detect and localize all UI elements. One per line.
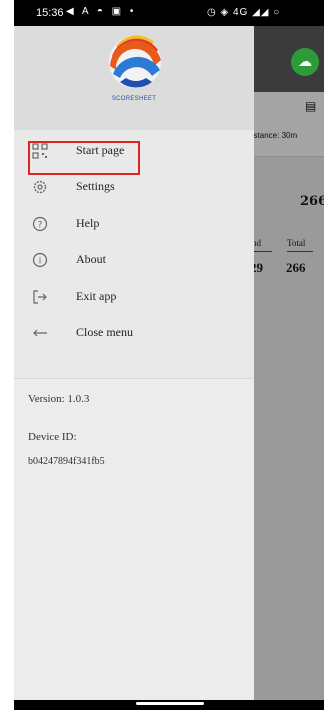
status-left-icons: ◀ A ◓ ▣ • [66, 6, 137, 17]
column-underline [252, 251, 272, 252]
column-underline [287, 251, 313, 252]
menu-item-exit-app[interactable]: Exit app [14, 280, 254, 314]
home-gesture-pill[interactable] [136, 702, 204, 705]
help-icon: ? [32, 216, 48, 232]
column-header-total: Total [287, 238, 306, 248]
info-icon: i [32, 252, 48, 268]
menu-label: Help [76, 216, 100, 230]
arrow-left-icon [33, 329, 47, 337]
app-info-section: Version: 1.0.3 Device ID: b04247894f341f… [14, 378, 254, 699]
status-time: 15:36 [36, 7, 64, 19]
svg-text:?: ? [38, 221, 43, 231]
device-id-value: b04247894f341fb5 [28, 456, 105, 467]
navigation-drawer: SCORESHEET Start page Settings ? Help i … [14, 26, 254, 700]
status-right-icons: ◷ ◈ 4G ◢◢ ○ [207, 7, 281, 18]
device-id-label: Device ID: [28, 431, 77, 443]
clipboard-icon[interactable]: ▤ [305, 99, 316, 113]
score-value: 266 [300, 194, 324, 209]
svg-text:i: i [39, 257, 42, 267]
menu-item-close-menu[interactable]: Close menu [14, 316, 254, 350]
start-page-highlight [28, 141, 140, 175]
app-logo [109, 35, 161, 88]
menu-item-about[interactable]: i About [14, 243, 254, 277]
menu-label: Settings [76, 179, 115, 193]
menu-label: About [76, 252, 106, 266]
menu-label: Close menu [76, 325, 133, 339]
logo-text: SCORESHEET [111, 96, 157, 102]
app-header: ☁ [254, 26, 324, 92]
total-value: 266 [286, 260, 306, 275]
menu-label: Exit app [76, 289, 117, 303]
background-app[interactable]: ☁ ▤ Distance: 30m 266 nd Total 29 266 [246, 26, 324, 700]
menu-item-help[interactable]: ? Help [14, 207, 254, 241]
menu-item-settings[interactable]: Settings [14, 170, 254, 204]
version-text: Version: 1.0.3 [28, 393, 90, 405]
status-bar: 15:36 ◀ A ◓ ▣ • ◷ ◈ 4G ◢◢ ○ [14, 0, 324, 26]
gear-icon [33, 180, 47, 194]
cloud-sync-button[interactable]: ☁ [291, 48, 319, 76]
exit-icon [33, 290, 47, 304]
phone-screen: 15:36 ◀ A ◓ ▣ • ◷ ◈ 4G ◢◢ ○ ☁ ▤ Distance… [14, 0, 324, 710]
drawer-header: SCORESHEET [14, 26, 254, 130]
